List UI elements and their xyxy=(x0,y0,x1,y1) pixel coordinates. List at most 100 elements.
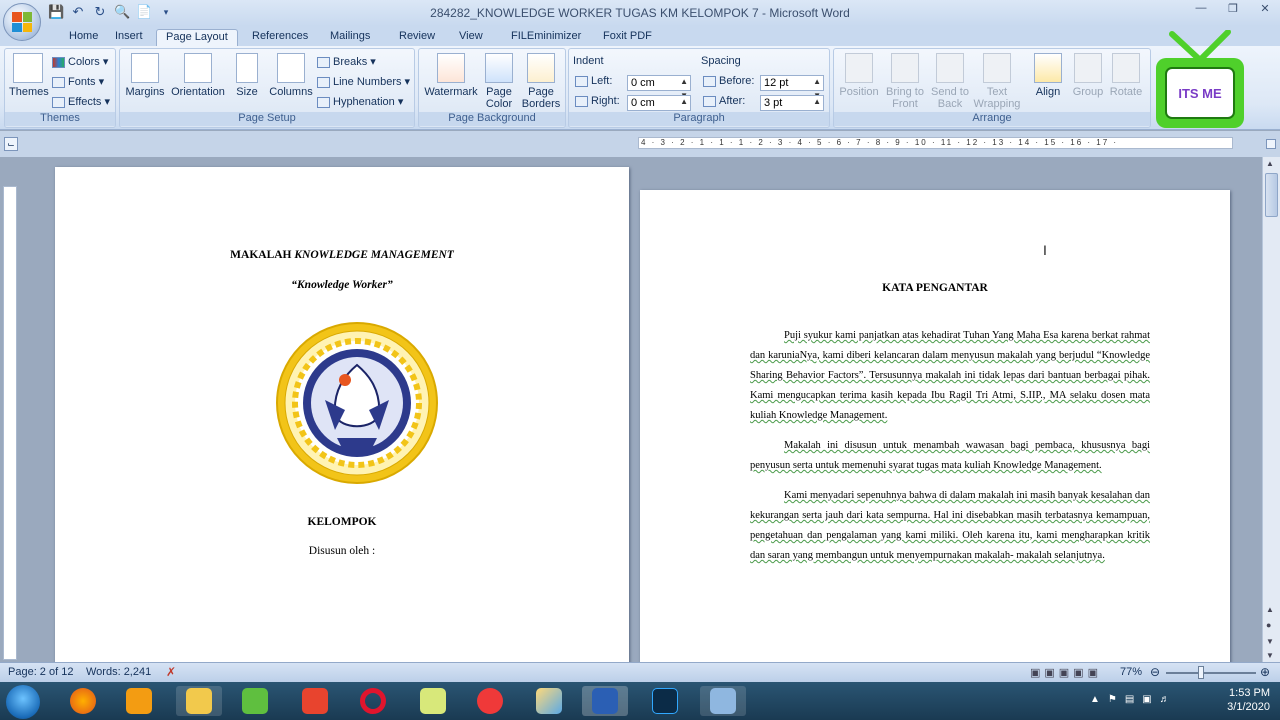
size-button[interactable]: Size xyxy=(230,53,264,98)
tab-page-layout[interactable]: Page Layout xyxy=(156,29,238,46)
send-to-back-label: Send to Back xyxy=(931,86,969,110)
watermark-button[interactable]: Watermark xyxy=(423,53,479,98)
restore-icon[interactable]: ❐ xyxy=(1224,2,1242,15)
theme-fonts-button[interactable]: Fonts ▾ xyxy=(52,75,104,88)
browse-object-icon[interactable]: ● xyxy=(1266,620,1271,630)
photoshop-icon[interactable] xyxy=(642,686,688,716)
page-borders-icon xyxy=(527,53,555,83)
word-taskbar-icon[interactable] xyxy=(582,686,628,716)
align-label: Align xyxy=(1035,86,1061,98)
indent-left-label: Left: xyxy=(575,75,612,87)
control-panel-icon[interactable] xyxy=(700,686,746,716)
paint-icon[interactable] xyxy=(526,686,572,716)
effects-icon xyxy=(52,96,65,108)
start-button[interactable] xyxy=(6,685,40,719)
zoom-slider[interactable] xyxy=(1166,672,1256,674)
paragraph-1: Puji syukur kami panjatkan atas kehadira… xyxy=(750,330,1150,421)
zoom-slider-thumb[interactable] xyxy=(1198,666,1204,679)
theme-colors-button[interactable]: Colors ▾ xyxy=(52,55,108,68)
tab-selector-icon[interactable]: ⌙ xyxy=(4,137,18,151)
hyphenation-button[interactable]: Hyphenation ▾ xyxy=(317,95,403,108)
office-button[interactable] xyxy=(3,3,41,41)
word-count[interactable]: Words: 2,241 xyxy=(86,666,151,678)
indent-right-label: Right: xyxy=(575,95,620,107)
previous-page-icon[interactable]: ▲ xyxy=(1266,605,1274,614)
position-button[interactable]: Position xyxy=(836,53,882,98)
clock[interactable]: 1:53 PM 3/1/2020 xyxy=(1227,686,1270,714)
paragraph-3: Kami menyadari sepenuhnya bahwa di dalam… xyxy=(750,490,1150,561)
tab-insert[interactable]: Insert xyxy=(106,29,152,46)
paragraph-2: Makalah ini disusun untuk menambah wawas… xyxy=(750,440,1150,471)
page-count[interactable]: Page: 2 of 12 xyxy=(8,666,73,678)
page-color-icon xyxy=(485,53,513,83)
spacing-before-field[interactable]: 12 pt▲▼ xyxy=(760,75,824,100)
kata-pengantar-heading: KATA PENGANTAR xyxy=(882,282,988,294)
page-background-group-label: Page Background xyxy=(419,112,565,126)
indent-left-icon xyxy=(575,75,588,87)
view-ruler-icon[interactable] xyxy=(1266,139,1276,149)
horizontal-ruler[interactable]: 4 · 3 · 2 · 1 · 1 · 1 · 2 · 3 · 4 · 5 · … xyxy=(638,137,1233,149)
firefox-icon[interactable] xyxy=(60,686,106,716)
kata-pengantar-body: Puji syukur kami panjatkan atas kehadira… xyxy=(750,326,1150,576)
tab-mailings[interactable]: Mailings xyxy=(321,29,379,46)
zoom-in-icon[interactable]: ⊕ xyxy=(1260,665,1270,679)
scroll-down-icon[interactable]: ▼ xyxy=(1266,651,1274,660)
windows-taskbar: ▲⚑▤▣♬ 1:53 PM 3/1/2020 xyxy=(0,682,1280,720)
themes-label: Themes xyxy=(9,86,49,98)
line-numbers-button[interactable]: Line Numbers ▾ xyxy=(317,75,410,88)
breaks-button[interactable]: Breaks ▾ xyxy=(317,55,376,68)
close-icon[interactable]: ✕ xyxy=(1256,2,1274,15)
size-icon xyxy=(236,53,258,83)
scroll-thumb[interactable] xyxy=(1265,173,1278,217)
group-label: Group xyxy=(1072,86,1104,98)
page-cover[interactable]: MAKALAH KNOWLEDGE MANAGEMENT “Knowledge … xyxy=(55,167,629,667)
fonts-icon xyxy=(52,76,65,88)
line-numbers-label: Line Numbers xyxy=(333,76,402,88)
orientation-button[interactable]: Orientation xyxy=(168,53,228,98)
spacing-after-text: After: xyxy=(719,95,746,107)
page-borders-button[interactable]: Page Borders xyxy=(519,53,563,110)
themes-button[interactable]: Themes xyxy=(9,53,49,98)
hyphenation-icon xyxy=(317,96,330,108)
vertical-scrollbar[interactable]: ▲ ▲ ● ▼ ▼ xyxy=(1262,157,1280,662)
tab-fileminimizer[interactable]: FILEminimizer xyxy=(502,29,590,46)
green-app-icon[interactable] xyxy=(232,686,278,716)
zoom-level[interactable]: 77% xyxy=(1120,666,1142,678)
group-button[interactable]: Group xyxy=(1068,53,1108,98)
media-player-icon[interactable] xyxy=(116,686,162,716)
vivaldi-icon[interactable] xyxy=(467,686,513,716)
send-to-back-button[interactable]: Send to Back xyxy=(928,53,972,110)
proofing-icon[interactable]: ✗ xyxy=(166,665,176,679)
tab-view[interactable]: View xyxy=(450,29,492,46)
spacing-before-text: Before: xyxy=(719,75,755,87)
sticky-notes-icon[interactable] xyxy=(410,686,456,716)
page-kata-pengantar[interactable]: KATA PENGANTAR Puji syukur kami panjatka… xyxy=(640,190,1230,670)
align-button[interactable]: Align xyxy=(1028,53,1068,98)
columns-button[interactable]: Columns xyxy=(268,53,314,98)
rotate-button[interactable]: Rotate xyxy=(1106,53,1146,98)
margins-icon xyxy=(131,53,159,83)
next-page-icon[interactable]: ▼ xyxy=(1266,637,1274,646)
scroll-up-icon[interactable]: ▲ xyxy=(1266,159,1274,168)
indent-right-field[interactable]: 0 cm▲▼ xyxy=(627,95,691,120)
text-wrapping-button[interactable]: Text Wrapping xyxy=(970,53,1024,110)
indent-left-field[interactable]: 0 cm▲▼ xyxy=(627,75,691,100)
bring-to-front-button[interactable]: Bring to Front xyxy=(882,53,928,110)
watermark-icon xyxy=(437,53,465,83)
view-buttons-icon[interactable]: ▣▣▣▣▣ xyxy=(1030,666,1102,679)
spacing-after-field[interactable]: 3 pt▲▼ xyxy=(760,95,824,120)
file-explorer-icon[interactable] xyxy=(176,686,222,716)
tab-home[interactable]: Home xyxy=(60,29,107,46)
system-tray-icons[interactable]: ▲⚑▤▣♬ xyxy=(1090,694,1178,705)
tab-references[interactable]: References xyxy=(243,29,317,46)
photo-app-icon[interactable] xyxy=(292,686,338,716)
opera-icon[interactable] xyxy=(350,686,396,716)
zoom-out-icon[interactable]: ⊖ xyxy=(1150,665,1160,679)
tab-review[interactable]: Review xyxy=(390,29,444,46)
tab-foxit-pdf[interactable]: Foxit PDF xyxy=(594,29,661,46)
theme-effects-button[interactable]: Effects ▾ xyxy=(52,95,110,108)
columns-label: Columns xyxy=(269,86,313,98)
margins-button[interactable]: Margins xyxy=(124,53,166,98)
minimize-icon[interactable]: — xyxy=(1192,2,1210,15)
page-color-button[interactable]: Page Color xyxy=(481,53,517,110)
